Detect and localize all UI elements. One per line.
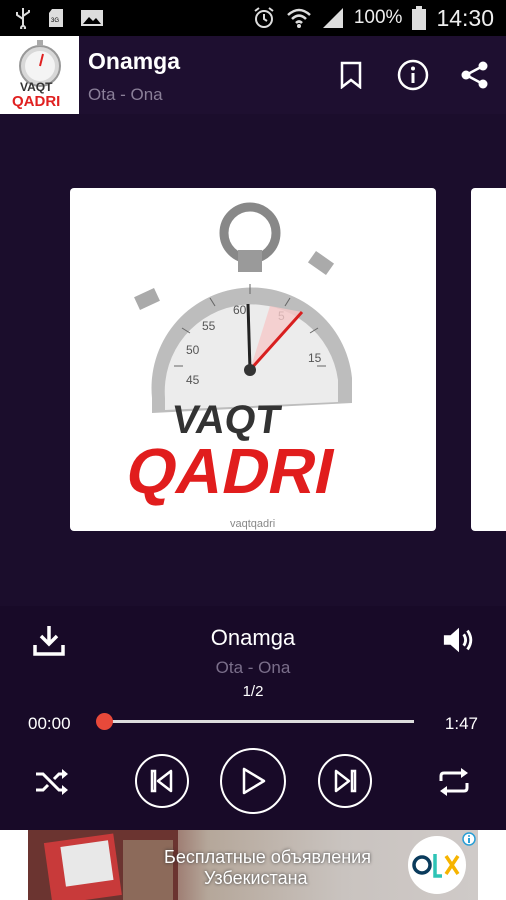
seek-bar[interactable] bbox=[104, 720, 414, 723]
volume-icon bbox=[443, 627, 473, 653]
skip-next-icon bbox=[334, 769, 357, 793]
image-icon bbox=[81, 10, 103, 26]
current-time: 00:00 bbox=[28, 714, 71, 733]
olx-logo bbox=[408, 836, 466, 894]
share-button[interactable] bbox=[458, 58, 492, 92]
dial-number-45: 45 bbox=[186, 373, 200, 387]
ad-subheadline: Узбекистана bbox=[204, 868, 308, 888]
skip-previous-icon bbox=[150, 769, 173, 793]
ad-headline: Бесплатные объявления bbox=[164, 847, 371, 867]
shuffle-button[interactable] bbox=[32, 762, 72, 802]
share-icon bbox=[461, 61, 488, 89]
artwork-watermark: vaqtqadri bbox=[230, 518, 275, 530]
signal-icon bbox=[322, 8, 343, 28]
ad-content[interactable]: Бесплатные объявления Узбекистана bbox=[28, 830, 478, 900]
play-icon bbox=[242, 767, 266, 795]
sd-card-icon: 3G bbox=[49, 9, 63, 27]
artwork-line2: QADRI bbox=[120, 435, 342, 507]
alarm-icon bbox=[254, 7, 274, 28]
status-bar: 3G 100% 14:30 bbox=[0, 0, 506, 36]
track-title: Onamga bbox=[210, 625, 296, 650]
wifi-icon bbox=[286, 8, 311, 28]
dial-number-55: 55 bbox=[202, 319, 216, 333]
ad-banner[interactable]: Бесплатные объявления Узбекистана bbox=[0, 830, 506, 900]
volume-button[interactable] bbox=[442, 623, 476, 657]
ad-choices-icon[interactable] bbox=[462, 832, 476, 846]
bookmark-icon bbox=[340, 61, 362, 89]
header-title: Onamga bbox=[88, 48, 181, 74]
next-button[interactable] bbox=[318, 754, 372, 808]
clock: 14:30 bbox=[436, 4, 494, 31]
repeat-button[interactable] bbox=[434, 762, 474, 802]
next-artwork-preview[interactable] bbox=[471, 188, 506, 531]
info-icon bbox=[397, 59, 429, 91]
previous-button[interactable] bbox=[135, 754, 189, 808]
bookmark-button[interactable] bbox=[334, 58, 368, 92]
info-button[interactable] bbox=[396, 58, 430, 92]
seek-handle[interactable] bbox=[95, 713, 113, 730]
track-artist: Ota - Ona bbox=[215, 658, 291, 677]
album-artwork[interactable]: 55 60 5 50 15 45 VAQT QADRI vaqtqadri bbox=[70, 188, 436, 531]
track-counter: 1/2 bbox=[242, 683, 264, 700]
svg-text:3G: 3G bbox=[51, 18, 59, 24]
album-thumbnail[interactable]: VAQT QADRI bbox=[0, 36, 79, 114]
play-button[interactable] bbox=[220, 748, 286, 814]
track-duration: 1:47 bbox=[444, 714, 478, 733]
shuffle-icon bbox=[36, 769, 68, 795]
dial-number-50: 50 bbox=[186, 343, 200, 357]
usb-icon bbox=[16, 8, 30, 29]
dial-number-60: 60 bbox=[233, 303, 247, 317]
player-panel: Onamga Ota - Ona 1/2 00:00 1:47 bbox=[0, 606, 506, 830]
battery-percent: 100% bbox=[353, 7, 403, 28]
svg-text:VAQT: VAQT bbox=[20, 80, 53, 94]
repeat-icon bbox=[439, 768, 469, 796]
battery-icon bbox=[412, 6, 427, 30]
app-header: VAQT QADRI Onamga Ota - Ona bbox=[0, 36, 506, 114]
artwork-area: 55 60 5 50 15 45 VAQT QADRI vaqtqadri bbox=[0, 114, 506, 606]
playback-controls bbox=[0, 748, 506, 814]
dial-number-15: 15 bbox=[308, 351, 322, 365]
svg-text:QADRI: QADRI bbox=[12, 93, 60, 110]
header-subtitle: Ota - Ona bbox=[88, 85, 163, 104]
